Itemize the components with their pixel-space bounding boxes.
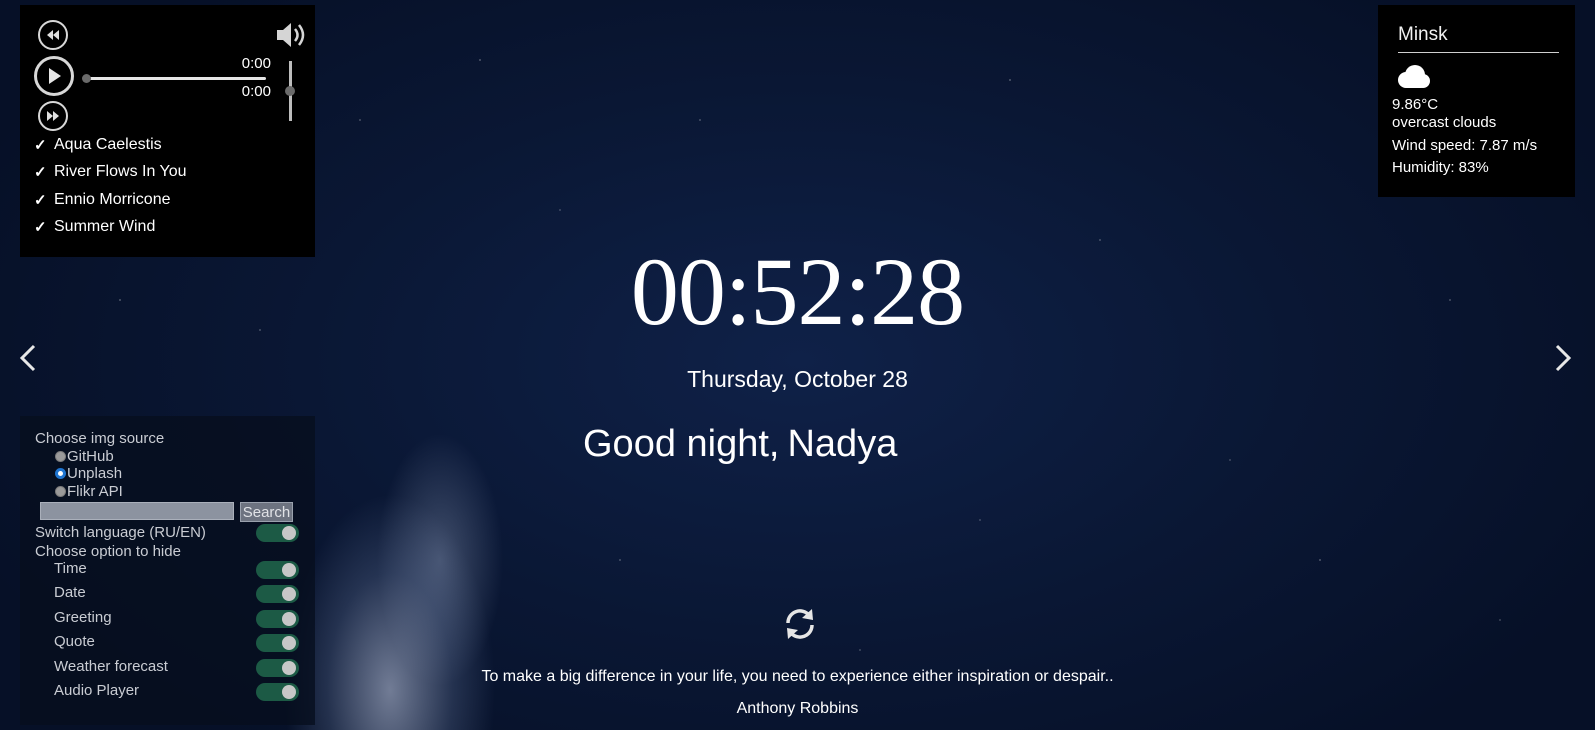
playlist-item-title: River Flows In You — [54, 163, 187, 181]
hide-label-weather: Weather forecast — [54, 658, 168, 675]
city-input[interactable]: Minsk — [1398, 24, 1559, 53]
previous-track-button[interactable] — [38, 20, 68, 50]
name-input[interactable] — [779, 423, 988, 466]
progress-bar[interactable] — [82, 74, 266, 83]
date: Thursday, October 28 — [687, 366, 908, 392]
greeting-text: Good night, — [583, 423, 780, 465]
audio-player: 0:00 0:00 ✓ Aqua Caelestis ✓ River Flows In… — [20, 5, 315, 257]
source-radio-unsplash[interactable] — [55, 468, 66, 479]
weather-widget: Minsk 9.86°C overcast clouds Wind speed:… — [1378, 5, 1575, 197]
greeting: Good night, — [583, 423, 988, 466]
language-label: Switch language (RU/EN) — [35, 524, 206, 541]
check-icon: ✓ — [34, 191, 47, 209]
playlist-item[interactable]: ✓ Aqua Caelestis — [34, 131, 187, 159]
toggle-quote[interactable] — [256, 634, 299, 652]
hide-label-quote: Quote — [54, 633, 95, 650]
volume-thumb[interactable] — [285, 86, 295, 96]
source-label-github: GitHub — [67, 448, 114, 465]
language-toggle[interactable] — [256, 524, 299, 542]
weather-temperature: 9.86°C — [1392, 96, 1439, 113]
volume-slider[interactable] — [285, 61, 295, 121]
image-search-input[interactable] — [40, 502, 234, 520]
volume-icon[interactable] — [275, 20, 309, 50]
check-icon: ✓ — [34, 136, 47, 154]
source-option-unsplash[interactable]: Unplash — [55, 465, 122, 482]
toggle-time[interactable] — [256, 561, 299, 579]
hide-label-greeting: Greeting — [54, 609, 112, 626]
source-label-unsplash: Unplash — [67, 465, 123, 482]
toggle-knob — [282, 661, 296, 675]
play-icon — [49, 68, 61, 84]
source-radio-github[interactable] — [55, 451, 66, 462]
hide-label-time: Time — [54, 560, 87, 577]
play-button[interactable] — [34, 56, 74, 96]
playlist-item-title: Aqua Caelestis — [54, 135, 162, 153]
check-icon: ✓ — [34, 219, 47, 237]
rewind-icon — [47, 30, 59, 40]
playlist-item-title: Summer Wind — [54, 218, 156, 236]
hide-label-audio-player: Audio Player — [54, 682, 140, 699]
weather-wind: Wind speed: 7.87 m/s — [1392, 137, 1538, 154]
refresh-icon — [786, 609, 814, 639]
toggle-weather[interactable] — [256, 659, 299, 677]
img-source-title: Choose img source — [35, 430, 165, 447]
weather-humidity: Humidity: 83% — [1392, 159, 1489, 176]
source-option-github[interactable]: GitHub — [55, 448, 114, 465]
progress-thumb[interactable] — [82, 74, 91, 83]
duration: 0:00 — [241, 83, 271, 100]
check-icon: ✓ — [34, 164, 47, 182]
change-quote-button[interactable] — [782, 606, 818, 647]
playlist-item-title: Ennio Morricone — [54, 190, 171, 208]
weather-description: overcast clouds — [1392, 114, 1497, 131]
toggle-knob — [282, 612, 296, 626]
toggle-date[interactable] — [256, 585, 299, 603]
next-track-button[interactable] — [38, 101, 68, 131]
toggle-knob — [282, 685, 296, 699]
source-option-flickr[interactable]: Flikr API — [55, 483, 123, 500]
toggle-knob — [282, 563, 296, 577]
toggle-audio-player[interactable] — [256, 683, 299, 701]
hide-options-title: Choose option to hide — [35, 543, 181, 560]
toggle-knob — [282, 636, 296, 650]
search-button[interactable]: Search — [240, 502, 293, 522]
playlist-item[interactable]: ✓ Ennio Morricone — [34, 186, 187, 214]
clock: 00:52:28 — [630, 238, 965, 345]
hide-label-date: Date — [54, 584, 86, 601]
source-radio-flickr[interactable] — [55, 486, 66, 497]
fast-forward-icon — [47, 111, 59, 121]
settings-panel: Choose img source GitHub Unplash Flikr A… — [20, 416, 315, 725]
playlist: ✓ Aqua Caelestis ✓ River Flows In You ✓ Ennio… — [34, 131, 187, 241]
toggle-knob — [282, 526, 296, 540]
source-label-flickr: Flikr API — [67, 483, 123, 500]
current-time: 0:00 — [241, 55, 271, 72]
cloud-icon — [1393, 63, 1561, 93]
playlist-item[interactable]: ✓ River Flows In You — [34, 159, 187, 187]
toggle-greeting[interactable] — [256, 610, 299, 628]
toggle-knob — [282, 587, 296, 601]
